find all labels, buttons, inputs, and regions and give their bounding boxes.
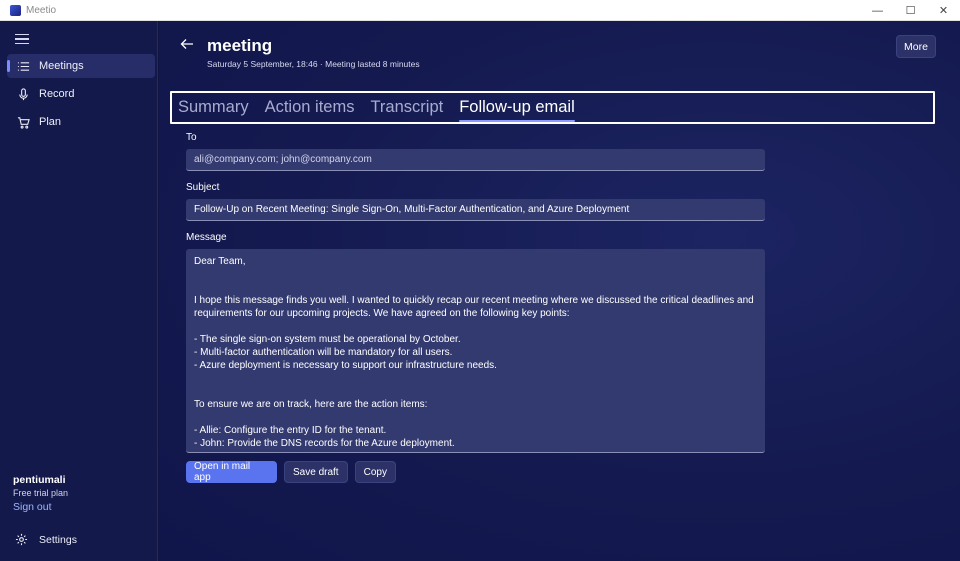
hamburger-menu-icon[interactable] [15, 34, 29, 44]
message-line [194, 320, 757, 333]
tab-bar: Summary Action items Transcript Follow-u… [170, 91, 935, 124]
back-arrow-icon[interactable] [180, 37, 196, 53]
message-line: - Allie: Configure the entry ID for the … [194, 425, 387, 436]
user-info: pentiumali Free trial plan [13, 474, 68, 498]
to-field[interactable]: ali@company.com; john@company.com [186, 149, 765, 171]
settings-label: Settings [39, 534, 77, 546]
message-line: - The single sign-on system must be oper… [194, 334, 461, 345]
email-actions: Open in mail app Save draft Copy [186, 461, 403, 483]
main-content: meeting Saturday 5 September, 18:46 · Me… [159, 21, 960, 561]
microphone-icon [16, 87, 30, 101]
maximize-button[interactable]: ☐ [894, 0, 927, 21]
tab-summary[interactable]: Summary [178, 98, 249, 117]
tab-action-items[interactable]: Action items [265, 98, 355, 117]
sidebar-item-meetings[interactable]: Meetings [7, 54, 155, 78]
sidebar: Meetings Record Plan pentiumali Free tri… [0, 21, 158, 561]
message-line: To ensure we are on track, here are the … [194, 399, 428, 410]
save-draft-button[interactable]: Save draft [284, 461, 348, 483]
user-plan: Free trial plan [13, 488, 69, 498]
minimize-button[interactable]: — [861, 0, 894, 21]
message-label: Message [186, 232, 227, 243]
message-line: - Multi-factor authentication will be ma… [194, 347, 453, 358]
list-icon [16, 59, 30, 73]
sign-out-link[interactable]: Sign out [13, 501, 52, 513]
app-logo-icon [10, 4, 21, 16]
message-line [194, 411, 757, 424]
message-line: requirements for our upcoming projects. … [194, 308, 570, 319]
message-line: I hope this message finds you well. I wa… [194, 295, 754, 306]
more-button[interactable]: More [896, 35, 936, 58]
message-line [194, 268, 757, 281]
to-label: To [186, 132, 197, 143]
sidebar-item-record[interactable]: Record [7, 82, 155, 106]
sidebar-item-settings[interactable]: Settings [0, 529, 158, 551]
sidebar-item-label: Record [39, 88, 75, 100]
message-line [194, 372, 757, 385]
close-window-button[interactable]: ✕ [927, 0, 960, 21]
sidebar-item-label: Meetings [39, 60, 84, 72]
page-title: meeting [207, 36, 273, 55]
message-line: - John: Provide the DNS records for the … [194, 438, 455, 449]
tab-transcript[interactable]: Transcript [370, 98, 443, 117]
app-name: Meetio [26, 4, 57, 16]
subject-label: Subject [186, 182, 220, 193]
subject-field[interactable]: Follow-Up on Recent Meeting: Single Sign… [186, 199, 765, 221]
user-name: pentiumali [13, 474, 66, 486]
sidebar-item-label: Plan [39, 116, 62, 128]
message-line [194, 281, 757, 294]
message-textarea[interactable]: Dear Team, I hope this message finds you… [186, 249, 765, 453]
copy-button[interactable]: Copy [354, 461, 396, 483]
message-line [194, 385, 757, 398]
message-line: Dear Team, [194, 256, 246, 267]
tab-follow-up-email[interactable]: Follow-up email [459, 98, 575, 122]
window-controls: — ☐ ✕ [861, 0, 960, 20]
cart-icon [16, 115, 30, 129]
meeting-details: Saturday 5 September, 18:46 · Meeting la… [207, 59, 420, 69]
message-line: - Azure deployment is necessary to suppo… [194, 360, 497, 371]
gear-icon [15, 533, 29, 547]
open-in-mail-app-button[interactable]: Open in mail app [186, 461, 277, 483]
window-titlebar: Meetio — ☐ ✕ [0, 0, 960, 21]
sidebar-item-plan[interactable]: Plan [7, 110, 155, 134]
